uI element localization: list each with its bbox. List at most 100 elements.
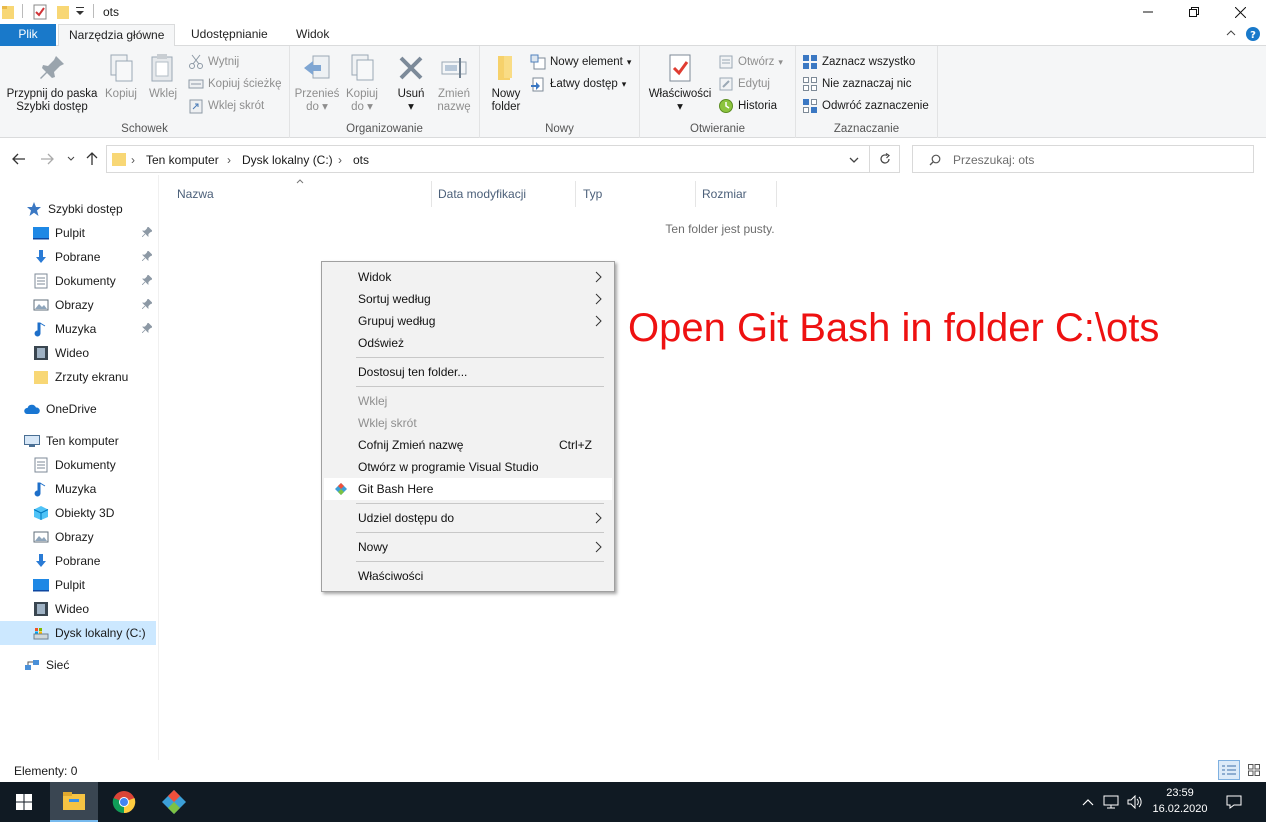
recent-locations-icon[interactable] xyxy=(67,156,75,162)
menu-item-refresh[interactable]: Odśwież xyxy=(324,332,612,354)
column-date-modified[interactable]: Data modyfikacji xyxy=(431,181,576,207)
delete-button[interactable]: Usuń ▾ xyxy=(392,52,430,114)
nav-pc-videos[interactable]: Wideo xyxy=(0,597,156,621)
chevron-right-icon[interactable]: › xyxy=(131,153,135,167)
forward-arrow-icon[interactable] xyxy=(40,153,54,165)
column-size[interactable]: Rozmiar xyxy=(695,181,777,207)
nav-quick-desktop[interactable]: Pulpit xyxy=(0,221,156,245)
invert-selection-button[interactable]: Odwróć zaznaczenie xyxy=(802,96,929,116)
collapse-ribbon-icon[interactable] xyxy=(1226,29,1236,37)
rename-button[interactable]: Zmień nazwę xyxy=(434,52,474,114)
nav-label: Wideo xyxy=(55,602,90,616)
breadcrumb-local-disk[interactable]: Dysk lokalny (C:) xyxy=(242,153,333,167)
menu-item-properties[interactable]: Właściwości xyxy=(324,565,612,587)
nav-onedrive[interactable]: OneDrive xyxy=(0,397,156,421)
refresh-button[interactable] xyxy=(870,145,900,173)
new-folder-quick-icon[interactable] xyxy=(56,4,70,20)
easy-access-button[interactable]: Łatwy dostęp ▾ xyxy=(530,74,626,94)
tab-home[interactable]: Narzędzia główne xyxy=(58,24,176,47)
restore-icon xyxy=(1189,7,1199,17)
folder-icon xyxy=(2,4,14,20)
nav-quick-videos[interactable]: Wideo xyxy=(0,341,156,365)
nav-pc-desktop[interactable]: Pulpit xyxy=(0,573,156,597)
restore-button[interactable] xyxy=(1171,0,1217,24)
network-tray-icon[interactable] xyxy=(1100,782,1122,822)
menu-item-customize-folder[interactable]: Dostosuj ten folder... xyxy=(324,361,612,383)
taskbar-chrome[interactable] xyxy=(100,782,148,822)
notifications-icon[interactable] xyxy=(1220,782,1248,822)
back-arrow-icon[interactable] xyxy=(12,153,26,165)
address-bar[interactable]: › Ten komputer › Dysk lokalny (C:) › ots xyxy=(106,145,870,173)
chevron-right-icon[interactable]: › xyxy=(227,153,231,167)
up-arrow-icon[interactable] xyxy=(86,152,98,166)
nav-pc-pictures[interactable]: Obrazy xyxy=(0,525,156,549)
nav-quick-downloads[interactable]: Pobrane xyxy=(0,245,156,269)
menu-item-sort-by[interactable]: Sortuj według xyxy=(324,288,612,310)
paste-shortcut-button[interactable]: Wklej skrót xyxy=(188,96,264,116)
tab-file[interactable]: Plik xyxy=(0,24,56,46)
taskbar-file-explorer[interactable] xyxy=(50,782,98,822)
select-all-button[interactable]: Zaznacz wszystko xyxy=(802,52,915,72)
breadcrumb-this-pc[interactable]: Ten komputer xyxy=(146,153,219,167)
tab-view[interactable]: Widok xyxy=(286,24,339,46)
menu-item-give-access[interactable]: Udziel dostępu do xyxy=(324,507,612,529)
nav-pc-local-disk[interactable]: Dysk lokalny (C:) xyxy=(0,621,156,645)
taskbar-git[interactable] xyxy=(150,782,198,822)
nav-quick-documents[interactable]: Dokumenty xyxy=(0,269,156,293)
menu-item-group-by[interactable]: Grupuj według xyxy=(324,310,612,332)
nav-quick-music[interactable]: Muzyka xyxy=(0,317,156,341)
menu-item-paste-shortcut[interactable]: Wklej skrót xyxy=(324,412,612,434)
column-type[interactable]: Typ xyxy=(576,181,696,207)
copy-to-button[interactable]: Kopiuj do ▾ xyxy=(342,52,382,114)
menu-item-open-visual-studio[interactable]: Otwórz w programie Visual Studio xyxy=(324,456,612,478)
clock-time: 23:59 xyxy=(1166,787,1194,799)
nav-quick-pictures[interactable]: Obrazy xyxy=(0,293,156,317)
start-button[interactable] xyxy=(0,782,48,822)
menu-item-undo-rename[interactable]: Cofnij Zmień nazwę Ctrl+Z xyxy=(324,434,612,456)
menu-item-git-bash-here[interactable]: Git Bash Here xyxy=(324,478,612,500)
pane-divider[interactable] xyxy=(158,175,159,760)
search-box[interactable]: Przeszukaj: ots xyxy=(912,145,1254,173)
delete-dropdown[interactable]: ▾ xyxy=(392,101,430,114)
cut-button[interactable]: Wytnij xyxy=(188,52,239,72)
nav-pc-music[interactable]: Muzyka xyxy=(0,477,156,501)
new-folder-button[interactable]: Nowy folder xyxy=(486,52,526,114)
column-name[interactable]: Nazwa xyxy=(170,181,432,207)
tab-share[interactable]: Udostępnianie xyxy=(181,24,278,46)
minimize-button[interactable] xyxy=(1125,0,1171,24)
breadcrumb-ots[interactable]: ots xyxy=(353,153,369,167)
tray-overflow-icon[interactable] xyxy=(1078,782,1098,822)
large-icons-view-button[interactable] xyxy=(1244,760,1264,780)
nav-this-pc[interactable]: Ten komputer xyxy=(0,429,156,453)
menu-item-new[interactable]: Nowy xyxy=(324,536,612,558)
nav-network[interactable]: Sieć xyxy=(0,653,156,677)
select-none-button[interactable]: Nie zaznaczaj nic xyxy=(802,74,911,94)
nav-pc-3d-objects[interactable]: Obiekty 3D xyxy=(0,501,156,525)
move-to-button[interactable]: Przenieś do ▾ xyxy=(294,52,340,114)
paste-button[interactable]: Wklej xyxy=(145,52,181,101)
menu-item-view[interactable]: Widok xyxy=(324,266,612,288)
edit-button[interactable]: Edytuj xyxy=(718,74,770,94)
new-item-button[interactable]: Nowy element ▾ xyxy=(530,52,631,72)
open-button[interactable]: Otwórz ▾ xyxy=(718,52,783,72)
history-button[interactable]: Historia xyxy=(718,96,777,116)
details-view-button[interactable] xyxy=(1218,760,1240,780)
close-button[interactable] xyxy=(1217,0,1263,24)
nav-pc-documents[interactable]: Dokumenty xyxy=(0,453,156,477)
copy-button[interactable]: Kopiuj xyxy=(102,52,140,101)
copy-path-button[interactable]: Kopiuj ścieżkę xyxy=(188,74,282,94)
chevron-down-icon[interactable] xyxy=(76,7,84,17)
help-icon[interactable]: ? xyxy=(1246,27,1260,41)
properties-button[interactable]: Właściwości ▾ xyxy=(646,52,714,114)
clock[interactable]: 23:59 16.02.2020 xyxy=(1146,785,1214,817)
address-dropdown-icon[interactable] xyxy=(849,157,859,163)
properties-quick-icon[interactable] xyxy=(33,4,47,20)
nav-pc-downloads[interactable]: Pobrane xyxy=(0,549,156,573)
volume-tray-icon[interactable] xyxy=(1124,782,1146,822)
pin-quick-access-button[interactable]: Przypnij do paska Szybki dostęp xyxy=(4,52,100,114)
nav-quick-screenshots[interactable]: Zrzuty ekranu xyxy=(0,365,156,389)
chevron-right-icon[interactable]: › xyxy=(338,153,342,167)
nav-quick-access[interactable]: Szybki dostęp xyxy=(0,197,156,221)
properties-dropdown[interactable]: ▾ xyxy=(646,101,714,114)
menu-item-paste[interactable]: Wklej xyxy=(324,390,612,412)
